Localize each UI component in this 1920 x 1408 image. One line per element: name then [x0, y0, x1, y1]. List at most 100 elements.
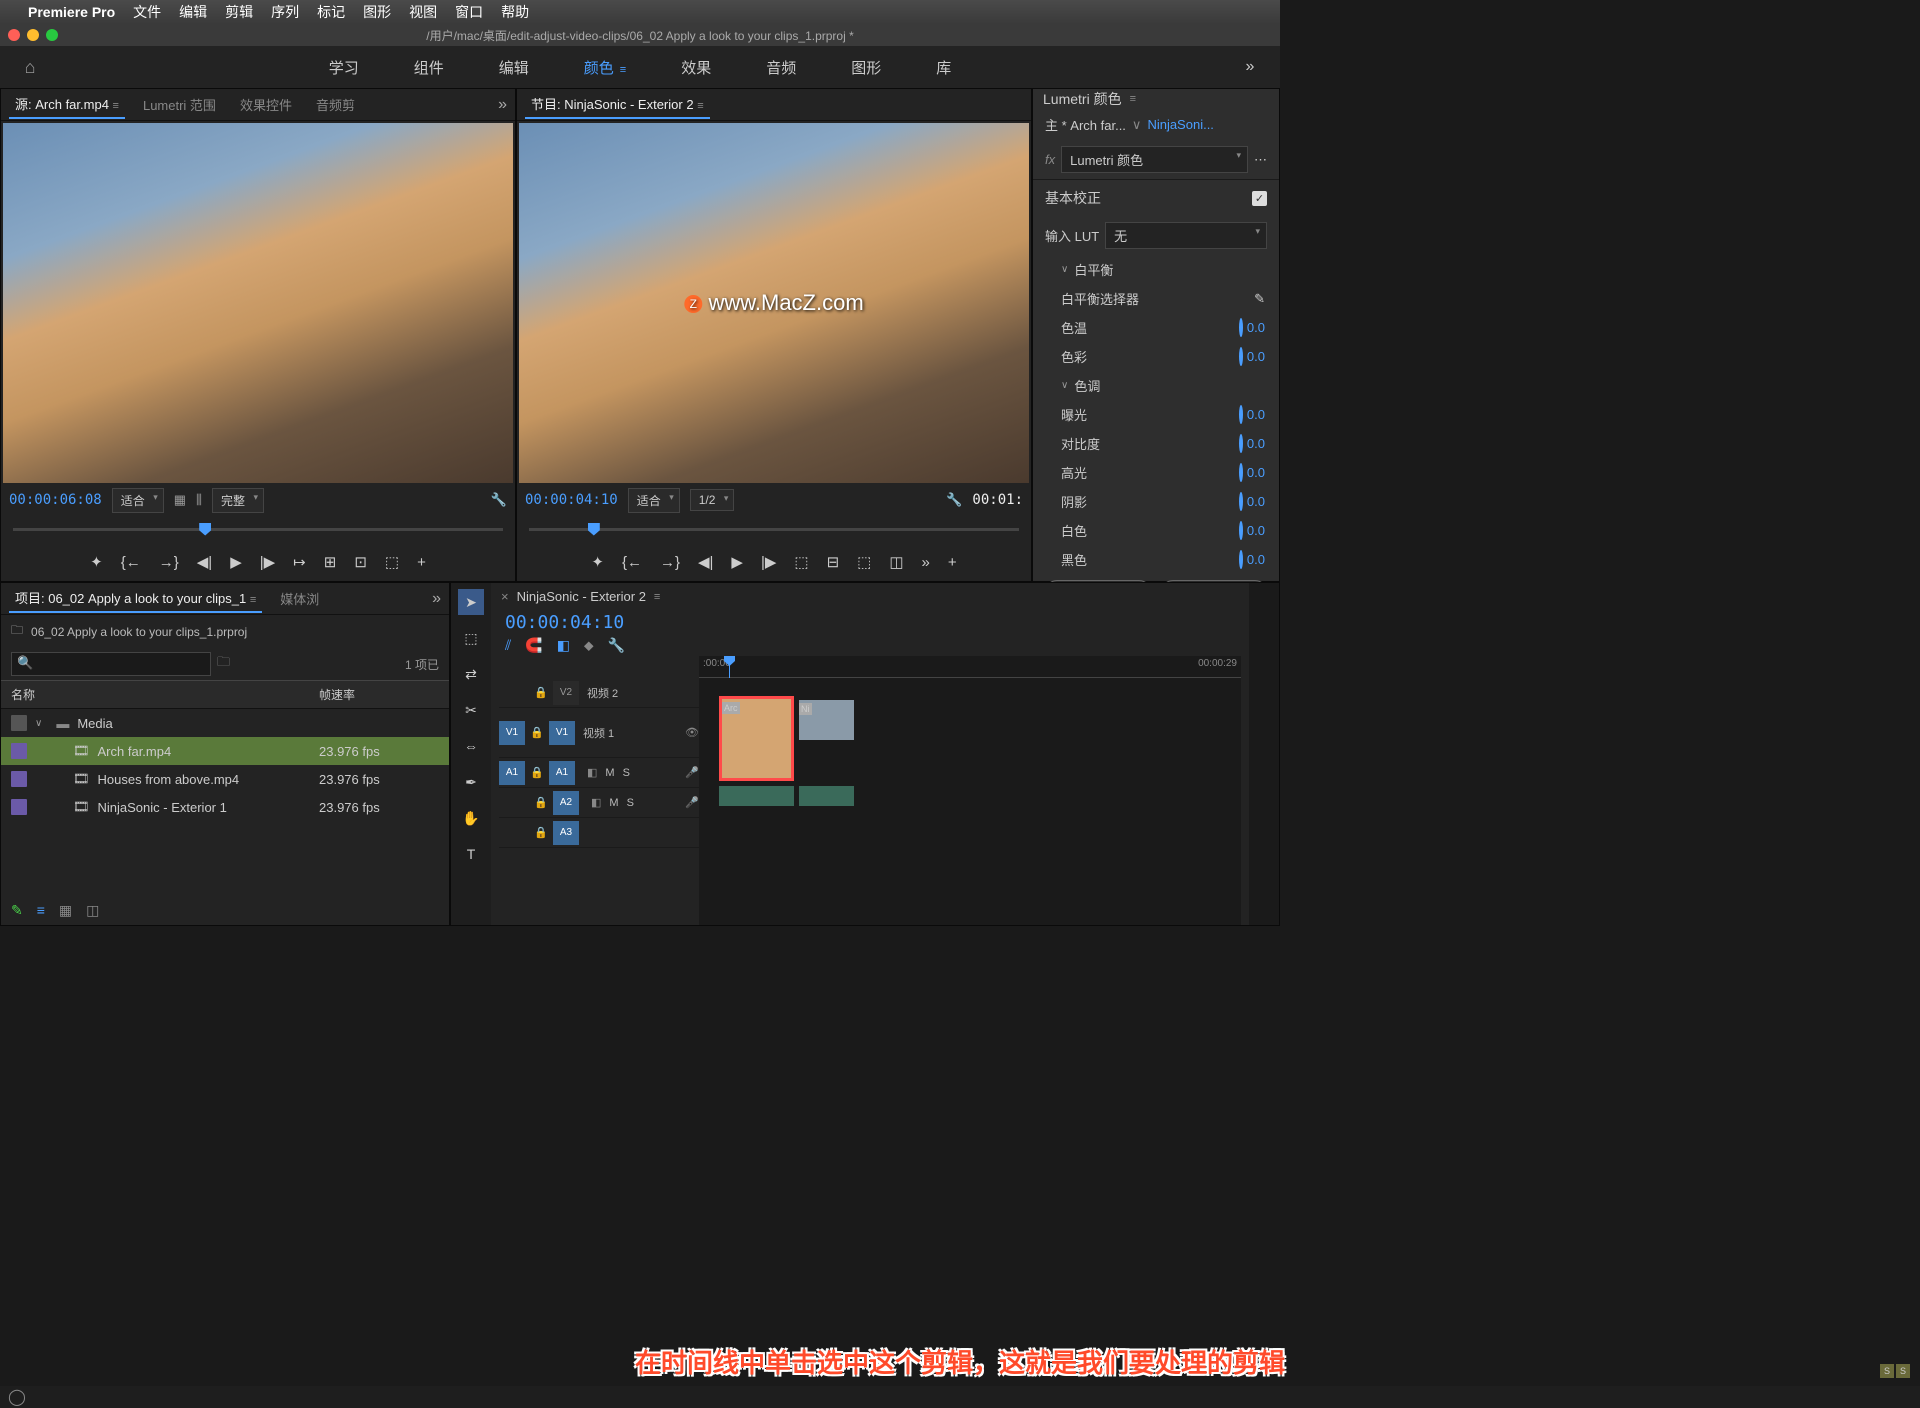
workspace-editing[interactable]: 编辑: [499, 57, 529, 78]
linked-icon[interactable]: ◧: [557, 637, 570, 654]
go-out-icon[interactable]: ↦: [293, 553, 306, 571]
source-viewer[interactable]: [3, 123, 513, 483]
workspace-color[interactable]: 颜色≡: [584, 57, 626, 78]
marker-icon[interactable]: ✦: [591, 553, 604, 571]
lift-icon[interactable]: ⬚: [794, 553, 808, 571]
freeform-view-icon[interactable]: ◫: [86, 902, 99, 919]
v1-target[interactable]: V1: [549, 721, 575, 745]
program-timecode-in[interactable]: 00:00:04:10: [525, 492, 618, 508]
program-scrubber[interactable]: [517, 515, 1031, 543]
clip-ninja[interactable]: Ni: [799, 700, 854, 740]
a1-source[interactable]: A1: [499, 761, 525, 785]
overwrite-icon[interactable]: ⊡: [354, 553, 367, 571]
highlights-value[interactable]: 0.0: [1247, 465, 1265, 480]
p-step-back-icon[interactable]: ◀|: [698, 553, 713, 571]
source-playhead-thumb[interactable]: [199, 523, 211, 536]
play-icon[interactable]: ▶: [230, 553, 242, 571]
selection-tool-icon[interactable]: ➤: [458, 589, 484, 615]
program-settings-icon[interactable]: 🔧: [946, 492, 962, 508]
lumetri-master[interactable]: 主 * Arch far...: [1045, 115, 1126, 134]
export-frame-icon[interactable]: ⬚: [385, 553, 399, 571]
source-quality-dropdown[interactable]: 完整: [212, 488, 264, 513]
tab-effect-controls[interactable]: 效果控件: [234, 91, 298, 118]
col-name[interactable]: 名称: [11, 686, 319, 703]
timeline-content[interactable]: Arc Ni: [699, 678, 1241, 925]
audio-clip-1[interactable]: [719, 786, 794, 806]
tab-source[interactable]: 源: Arch far.mp4 ≡: [9, 90, 125, 119]
program-timecode-out[interactable]: 00:01:: [972, 492, 1023, 508]
program-fit-dropdown[interactable]: 适合: [628, 488, 680, 513]
p-mark-out-icon[interactable]: →}: [660, 554, 680, 571]
workspace-assembly[interactable]: 组件: [414, 57, 444, 78]
snap-icon[interactable]: 🧲: [525, 637, 542, 654]
bin-icon[interactable]: 🗀: [11, 621, 23, 642]
tab-media-browser[interactable]: 媒体浏: [274, 585, 325, 612]
slip-tool-icon[interactable]: ⇔: [458, 733, 484, 759]
timeline-timecode[interactable]: 00:00:04:10: [491, 610, 1249, 635]
marker-tool-icon[interactable]: ⬥: [584, 637, 594, 654]
pen-tool-icon[interactable]: ✒: [458, 769, 484, 795]
insert-icon[interactable]: ⊞: [324, 553, 337, 571]
step-fwd-icon[interactable]: |▶: [260, 553, 275, 571]
eyedropper-icon[interactable]: ✎: [1254, 291, 1265, 307]
workspace-more[interactable]: »: [1220, 58, 1280, 76]
tab-program[interactable]: 节目: NinjaSonic - Exterior 2 ≡: [525, 90, 710, 119]
mark-out-icon[interactable]: {←: [121, 554, 141, 571]
timeline-ruler[interactable]: :00:00 00:00:29: [699, 656, 1241, 678]
blacks-value[interactable]: 0.0: [1247, 552, 1265, 567]
filter-icon[interactable]: 🗀: [217, 653, 230, 675]
solo-2[interactable]: S: [1896, 1364, 1910, 1378]
source-waveform-icon[interactable]: ⫼: [196, 492, 202, 508]
source-grid-icon[interactable]: ▦: [174, 492, 186, 508]
audio-clip-2[interactable]: [799, 786, 854, 806]
source-timecode[interactable]: 00:00:06:08: [9, 492, 102, 508]
p-mark-in-icon[interactable]: {←: [622, 554, 642, 571]
workspace-learning[interactable]: 学习: [329, 57, 359, 78]
p-export-frame-icon[interactable]: ⬚: [857, 553, 871, 571]
close-icon[interactable]: [8, 29, 20, 41]
extract-icon[interactable]: ⊟: [827, 553, 840, 571]
timeline-close-icon[interactable]: ×: [501, 589, 509, 604]
p-play-icon[interactable]: ▶: [731, 553, 743, 571]
v1-source[interactable]: V1: [499, 721, 525, 745]
solo-1[interactable]: S: [1880, 1364, 1894, 1378]
ripple-tool-icon[interactable]: ⇄: [458, 661, 484, 687]
go-in-icon[interactable]: →}: [159, 554, 179, 571]
menu-edit[interactable]: 编辑: [179, 2, 207, 22]
maximize-icon[interactable]: [46, 29, 58, 41]
clip-arch-selected[interactable]: Arc: [719, 696, 794, 781]
track-select-tool-icon[interactable]: ⬚: [458, 625, 484, 651]
lumetri-effect-dropdown[interactable]: Lumetri 颜色: [1061, 146, 1248, 173]
menu-window[interactable]: 窗口: [455, 2, 483, 22]
workspace-libraries[interactable]: 库: [936, 57, 951, 78]
menu-file[interactable]: 文件: [133, 2, 161, 22]
project-row-houses[interactable]: 🎞 Houses from above.mp4 23.976 fps: [1, 765, 449, 793]
comparison-icon[interactable]: ◫: [889, 553, 903, 571]
program-res-dropdown[interactable]: 1/2: [690, 489, 735, 511]
whites-value[interactable]: 0.0: [1247, 523, 1265, 538]
creative-cloud-icon[interactable]: ◯: [8, 1387, 26, 1407]
col-fps[interactable]: 帧速率: [319, 686, 439, 703]
source-settings-icon[interactable]: 🔧: [491, 492, 507, 508]
tint-value[interactable]: 0.0: [1247, 349, 1265, 364]
project-more[interactable]: »: [432, 590, 441, 608]
icon-view-icon[interactable]: ▦: [59, 902, 72, 919]
app-name[interactable]: Premiere Pro: [28, 4, 115, 20]
input-lut-dropdown[interactable]: 无: [1105, 222, 1267, 249]
program-playhead-thumb[interactable]: [588, 523, 600, 536]
menu-help[interactable]: 帮助: [501, 2, 529, 22]
p-add-button-icon[interactable]: +: [948, 554, 957, 571]
razor-tool-icon[interactable]: ✂: [458, 697, 484, 723]
tone-header[interactable]: 色调: [1074, 376, 1100, 395]
p-more-icon[interactable]: »: [922, 554, 930, 571]
workspace-audio[interactable]: 音频: [766, 57, 796, 78]
menu-graphics[interactable]: 图形: [363, 2, 391, 22]
mark-in-icon[interactable]: ✦: [90, 553, 103, 571]
project-search-input[interactable]: [11, 652, 211, 676]
menu-marker[interactable]: 标记: [317, 2, 345, 22]
workspace-effects[interactable]: 效果: [681, 57, 711, 78]
exposure-value[interactable]: 0.0: [1247, 407, 1265, 422]
home-icon[interactable]: ⌂: [0, 57, 60, 78]
step-back-icon[interactable]: ◀|: [197, 553, 212, 571]
menu-sequence[interactable]: 序列: [271, 2, 299, 22]
